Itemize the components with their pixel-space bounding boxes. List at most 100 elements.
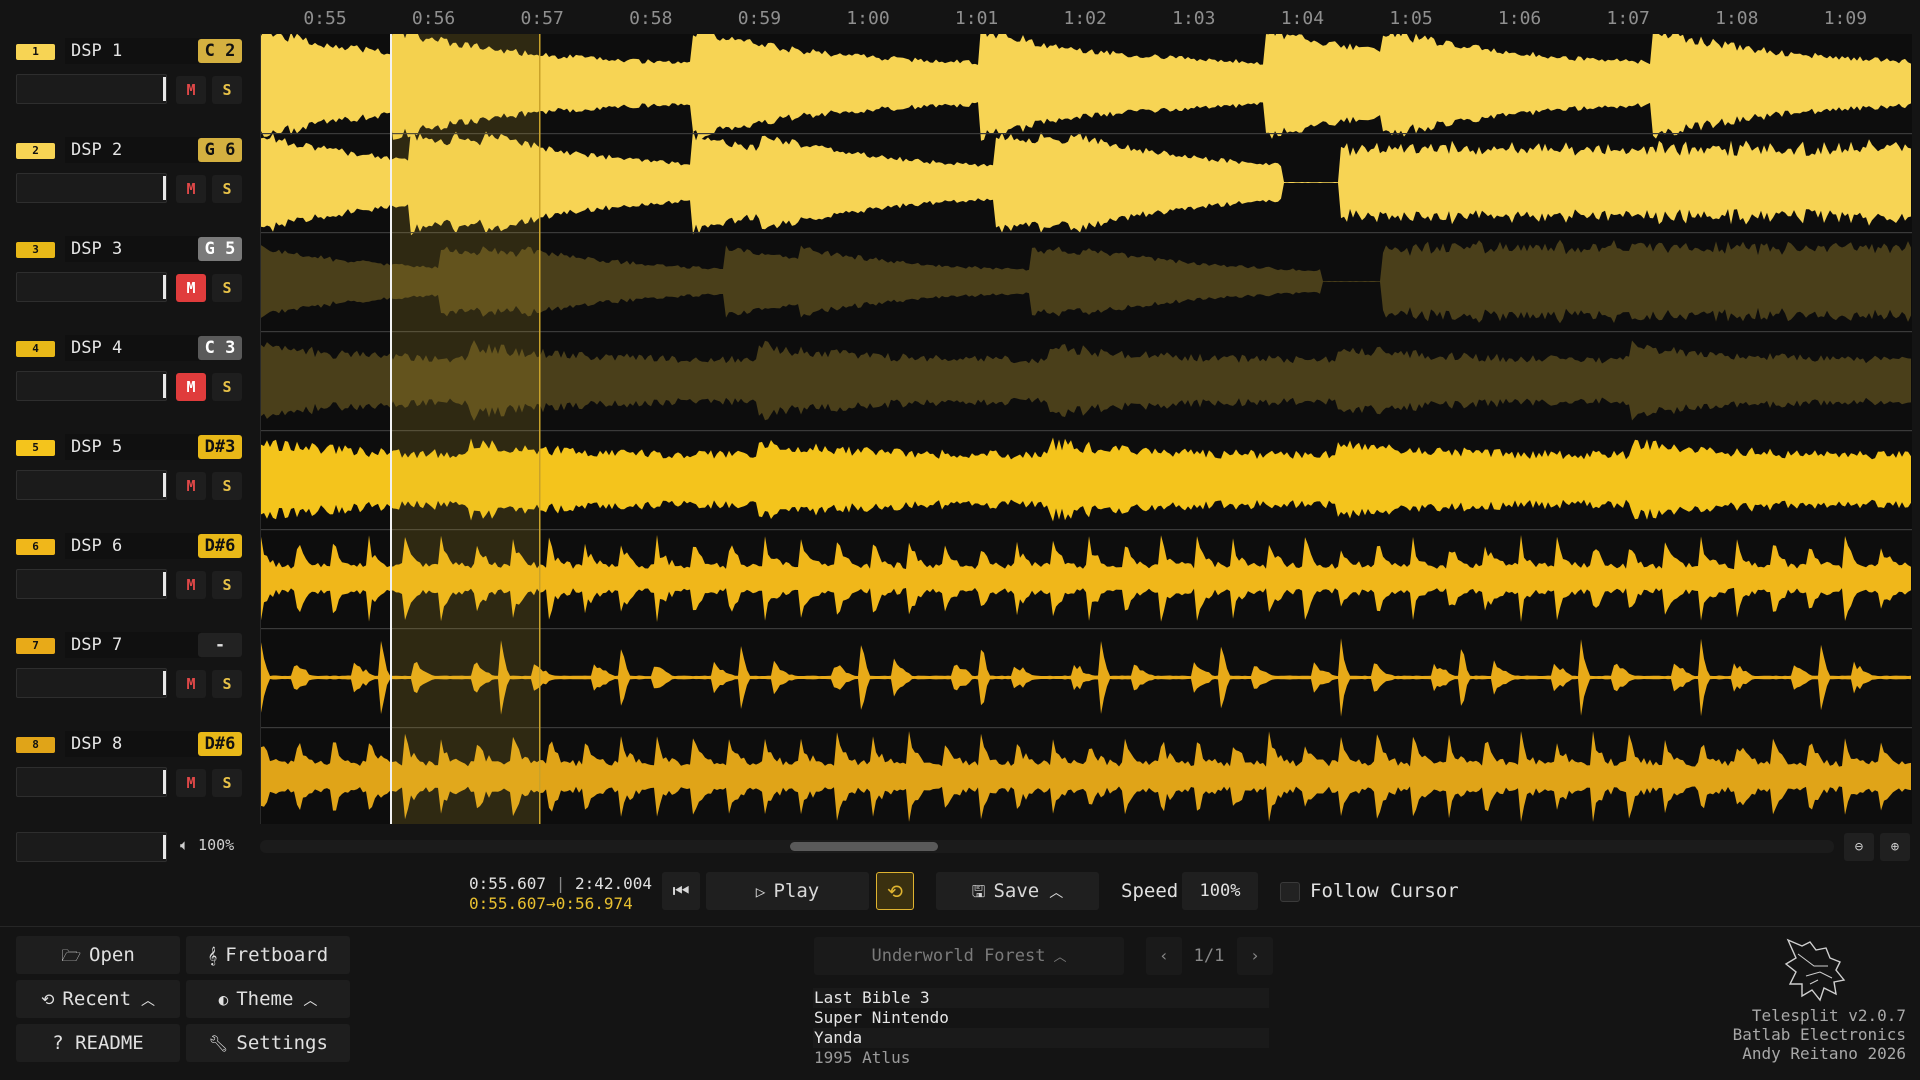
skip-back-icon: ⏮︎	[672, 880, 690, 902]
track-volume-knob[interactable]	[163, 275, 166, 299]
solo-button[interactable]: S	[212, 274, 242, 302]
solo-button[interactable]: S	[212, 670, 242, 698]
loop-toggle-button[interactable]: ⟲	[876, 872, 914, 910]
save-button[interactable]: 🖫︎ Save ︿	[936, 872, 1099, 910]
solo-button[interactable]: S	[212, 76, 242, 104]
track-volume-slider[interactable]	[16, 173, 167, 203]
history-icon: ⟲	[40, 990, 55, 1009]
recent-label: Recent	[62, 988, 132, 1010]
skip-back-button[interactable]: ⏮︎	[662, 872, 700, 910]
mute-button[interactable]: M	[176, 175, 206, 203]
track-control-4: 4 DSP 4C 3 MS	[16, 331, 244, 430]
timeline-tick-label: 1:04	[1280, 8, 1325, 29]
track-note-badge: G 5	[198, 237, 242, 261]
track-volume-slider[interactable]	[16, 74, 167, 104]
master-volume-slider[interactable]	[16, 832, 167, 862]
loop-region[interactable]	[391, 34, 539, 824]
track-volume-slider[interactable]	[16, 371, 167, 401]
solo-button[interactable]: S	[212, 373, 242, 401]
open-button[interactable]: 🗁︎ Open	[16, 936, 180, 974]
timeline-tick-label: 0:57	[520, 8, 564, 29]
track-control-5: 5 DSP 5 D#3 M S	[16, 430, 244, 529]
readme-button[interactable]: ? README	[16, 1024, 180, 1062]
play-icon: ▷	[755, 882, 766, 901]
next-page-button[interactable]: ›	[1237, 937, 1273, 975]
timeline-tick-label: 1:03	[1172, 8, 1216, 29]
fretboard-button[interactable]: 𝄞 Fretboard	[186, 936, 350, 974]
track-volume-slider[interactable]	[16, 272, 167, 302]
timeline-ruler[interactable]: 0:55 0:56 0:57 0:58 0:59 1:00 1:01 1:02 1:03 1:04…	[260, 0, 1910, 34]
track-number-badge: 5	[16, 440, 55, 456]
mute-button[interactable]: M	[176, 670, 206, 698]
credits-company: Batlab Electronics	[1732, 1025, 1906, 1044]
mute-button[interactable]: M	[176, 76, 206, 104]
track-name: DSP 8	[65, 731, 201, 757]
track-volume-slider[interactable]	[16, 767, 167, 797]
mute-button[interactable]: M	[176, 274, 206, 302]
master-volume-knob[interactable]	[163, 835, 166, 859]
chevron-up-icon: ︿	[1049, 885, 1064, 901]
track-number-badge: 8	[16, 737, 55, 753]
follow-cursor-label[interactable]: Follow Cursor	[1310, 880, 1459, 902]
solo-button[interactable]: S	[212, 769, 242, 797]
prev-page-button[interactable]: ‹	[1146, 937, 1182, 975]
loop-icon: ⟲	[887, 881, 903, 903]
track-volume-knob[interactable]	[163, 176, 166, 200]
credits-version: Telesplit v2.0.7	[1751, 1006, 1906, 1025]
track-control-2: 2 DSP 2G 6 MS	[16, 133, 244, 232]
speaker-icon: 🔈︎	[180, 836, 190, 854]
credits-author: Andy Reitano 2026	[1742, 1044, 1906, 1063]
track-volume-knob[interactable]	[163, 374, 166, 398]
track-control-3: 3 DSP 3G 5 MS	[16, 232, 244, 331]
track-note-badge: -	[198, 633, 242, 657]
settings-button[interactable]: 🔧︎ Settings	[186, 1024, 350, 1062]
waveform-canvas[interactable]	[261, 34, 1912, 824]
track-volume-knob[interactable]	[163, 77, 166, 101]
solo-button[interactable]: S	[212, 472, 242, 500]
track-volume-slider[interactable]	[16, 668, 167, 698]
speed-input[interactable]: 100%	[1182, 872, 1258, 910]
timeline-tick-label: 1:01	[954, 8, 999, 29]
follow-cursor-checkbox[interactable]	[1280, 882, 1300, 902]
guitar-icon: 𝄞	[207, 946, 218, 965]
track-volume-knob[interactable]	[163, 572, 166, 596]
recent-button[interactable]: ⟲ Recent ︿	[16, 980, 180, 1018]
waveform-area[interactable]	[260, 34, 1912, 824]
mute-button[interactable]: M	[176, 472, 206, 500]
track-control-1: 1 DSP 1C 2 MS	[16, 34, 244, 133]
solo-button[interactable]: S	[212, 175, 242, 203]
bat-logo-icon	[1784, 938, 1846, 1002]
track-volume-knob[interactable]	[163, 671, 166, 695]
play-button[interactable]: ▷ Play	[706, 872, 869, 910]
scrollbar-thumb[interactable]	[790, 842, 938, 851]
track-volume-knob[interactable]	[163, 473, 166, 497]
loop-range: 0:55.607→0:56.974	[469, 894, 633, 913]
track-number-badge: 7	[16, 638, 55, 654]
loop-end-marker[interactable]	[539, 34, 541, 824]
mute-button[interactable]: M	[176, 769, 206, 797]
track-name: DSP 5	[65, 434, 201, 460]
timeline-tick-label: 0:58	[629, 8, 673, 29]
horizontal-scrollbar[interactable]	[260, 840, 1834, 853]
timeline-tick-label: 1:09	[1823, 8, 1868, 29]
mute-button[interactable]: M	[176, 373, 206, 401]
track-volume-slider[interactable]	[16, 470, 167, 500]
theme-button[interactable]: ◐ Theme ︿	[186, 980, 350, 1018]
zoom-out-button[interactable]: ⊖	[1844, 833, 1874, 861]
timeline-tick-label: 0:59	[737, 8, 782, 29]
timeline-tick-label: 0:56	[411, 8, 456, 29]
song-select[interactable]: Underworld Forest ︿	[814, 937, 1124, 975]
song-info-game: Last Bible 3	[813, 988, 1269, 1008]
solo-button[interactable]: S	[212, 571, 242, 599]
song-info: Last Bible 3 Super Nintendo Yanda 1995 A…	[813, 988, 1269, 1080]
credits: Telesplit v2.0.7 Batlab Electronics Andy…	[1700, 1006, 1906, 1063]
track-volume-slider[interactable]	[16, 569, 167, 599]
playhead-cursor[interactable]	[390, 34, 392, 824]
master-volume-readout: 🔈︎ 100%	[180, 836, 234, 854]
timeline-tick-label: 1:00	[846, 8, 890, 29]
zoom-in-button[interactable]: ⊕	[1880, 833, 1910, 861]
mute-button[interactable]: M	[176, 571, 206, 599]
track-note-badge: C 3	[198, 336, 242, 360]
track-name: DSP 6	[65, 533, 201, 559]
track-volume-knob[interactable]	[163, 770, 166, 794]
